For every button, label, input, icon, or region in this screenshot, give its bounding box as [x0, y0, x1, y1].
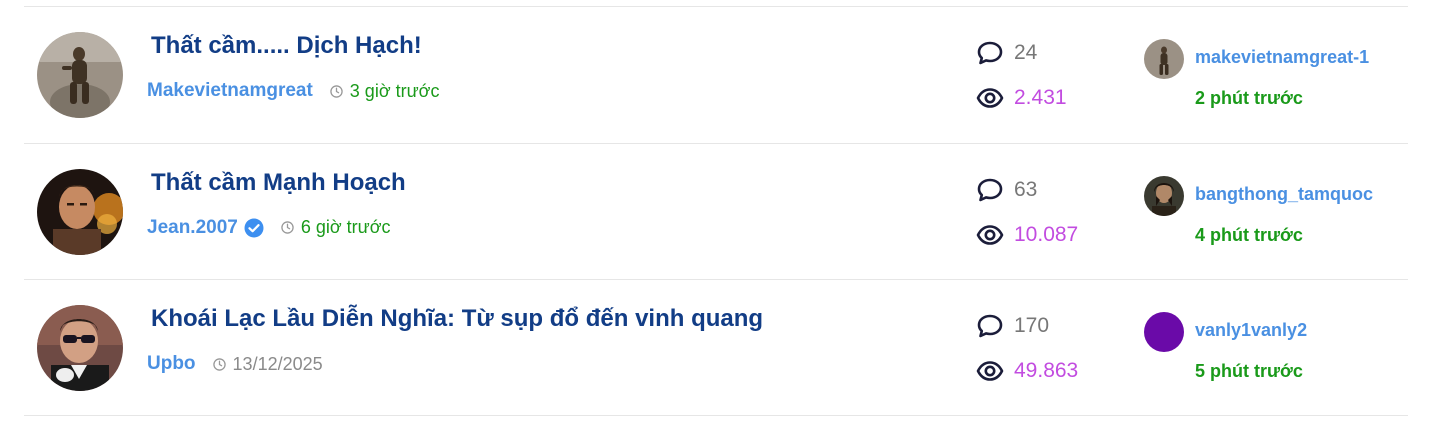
- thread-list: Thất cầm..... Dịch Hạch! Makevietnamgrea…: [24, 6, 1408, 416]
- man-avatar-icon: [1144, 175, 1184, 216]
- thread-meta: Jean.2007 6 giờ trước: [147, 216, 391, 240]
- thread-time: 3 giờ trước: [349, 80, 440, 101]
- replies-count: 24: [1014, 41, 1038, 64]
- views-count: 49.863: [1014, 359, 1079, 382]
- last-poster-name[interactable]: makevietnamgreat-1: [1195, 47, 1369, 68]
- clock-icon: [212, 357, 226, 371]
- last-poster-avatar[interactable]: [1144, 39, 1184, 79]
- speech-bubble-icon: [977, 41, 1003, 65]
- last-poster-name[interactable]: bangthong_tamquoc: [1195, 184, 1373, 205]
- thread-author[interactable]: Jean.2007: [147, 217, 238, 239]
- replies-stat: 170: [976, 312, 1049, 340]
- clock-icon: [281, 221, 294, 234]
- sunglasses-man-avatar-icon: [37, 305, 123, 391]
- thread-row: Khoái Lạc Lầu Diễn Nghĩa: Từ sụp đổ đến …: [24, 279, 1408, 416]
- replies-stat: 24: [976, 39, 1037, 67]
- purple-circle-avatar-icon: [1144, 312, 1184, 352]
- thread-time: 6 giờ trước: [300, 217, 391, 237]
- thread-row: Thất cầm Mạnh Hoạch Jean.2007 6 giờ trướ…: [24, 142, 1408, 280]
- thread-title[interactable]: Thất cầm Mạnh Hoạch: [151, 169, 406, 197]
- author-avatar[interactable]: [37, 305, 123, 391]
- last-poster-name[interactable]: vanly1vanly2: [1195, 320, 1307, 341]
- eye-icon: [976, 224, 1004, 245]
- last-post-time: 5 phút trước: [1195, 361, 1303, 381]
- statue-avatar-icon: [37, 32, 123, 118]
- verified-badge-icon: [244, 218, 264, 237]
- author-avatar[interactable]: [37, 32, 123, 118]
- thread-title[interactable]: Thất cầm..... Dịch Hạch!: [151, 32, 422, 60]
- man-avatar-icon: [37, 168, 123, 255]
- thread-title[interactable]: Khoái Lạc Lầu Diễn Nghĩa: Từ sụp đổ đến …: [151, 305, 763, 333]
- author-avatar[interactable]: [37, 168, 123, 255]
- speech-bubble-icon: [977, 314, 1003, 338]
- last-post-time: 4 phút trước: [1195, 224, 1303, 245]
- thread-meta: Makevietnamgreat 3 giờ trước: [147, 79, 439, 103]
- replies-count: 170: [1014, 314, 1050, 337]
- statue-avatar-icon: [1144, 39, 1184, 79]
- thread-row: Thất cầm..... Dịch Hạch! Makevietnamgrea…: [24, 6, 1408, 143]
- views-stat: 49.863: [976, 357, 1078, 385]
- views-stat: 10.087: [976, 221, 1078, 249]
- views-count: 10.087: [1014, 222, 1079, 246]
- clock-icon: [330, 84, 343, 98]
- views-count: 2.431: [1014, 86, 1067, 109]
- last-poster-avatar[interactable]: [1144, 175, 1184, 216]
- views-stat: 2.431: [976, 84, 1067, 112]
- thread-author[interactable]: Upbo: [147, 353, 196, 375]
- last-post-time: 2 phút trước: [1195, 88, 1303, 108]
- replies-count: 63: [1014, 177, 1038, 201]
- eye-icon: [976, 88, 1004, 108]
- eye-icon: [976, 361, 1004, 381]
- thread-meta: Upbo 13/12/2025: [147, 352, 323, 376]
- speech-bubble-icon: [977, 178, 1003, 201]
- replies-stat: 63: [976, 176, 1037, 204]
- last-poster-avatar[interactable]: [1144, 312, 1184, 352]
- thread-author[interactable]: Makevietnamgreat: [147, 80, 313, 102]
- thread-time: 13/12/2025: [232, 353, 323, 374]
